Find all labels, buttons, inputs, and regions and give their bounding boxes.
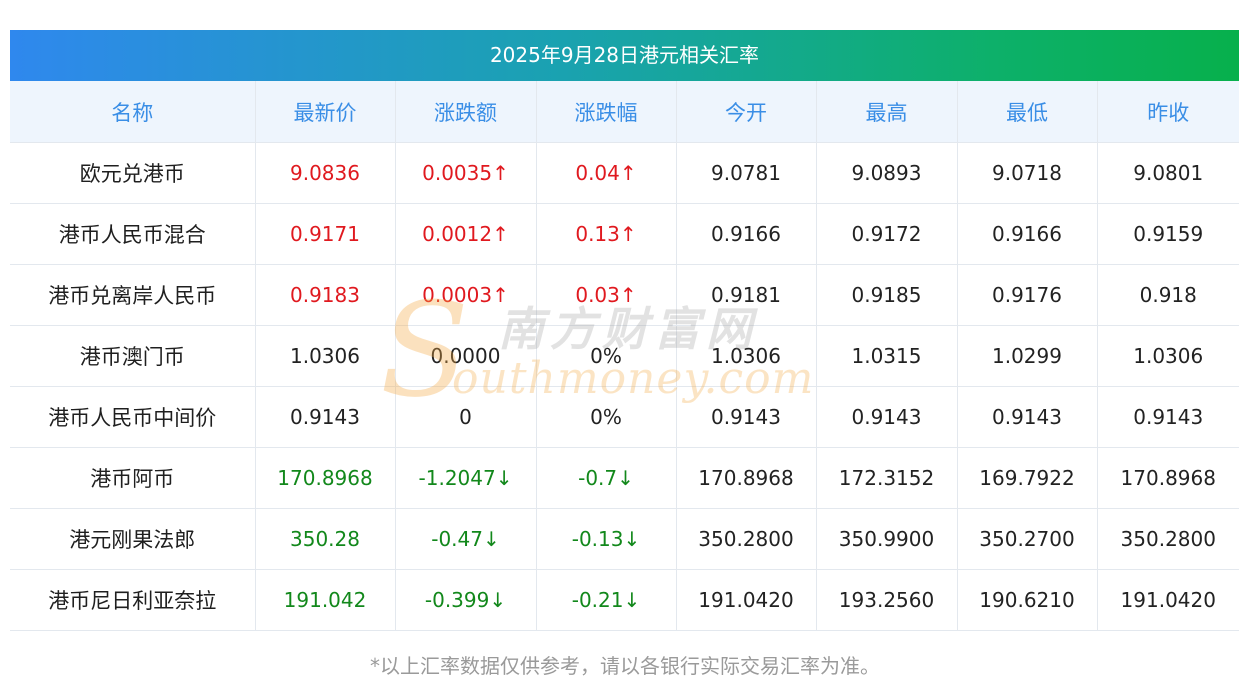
cell-low: 0.9166 <box>957 203 1098 265</box>
cell-name: 港币兑离岸人民币 <box>10 264 256 326</box>
cell-open: 0.9181 <box>676 264 817 326</box>
cell-change-pct: 0.13↑ <box>536 203 677 265</box>
cell-change-pct: -0.7↓ <box>536 447 677 509</box>
table-row: 欧元兑港币 9.0836 0.0035↑ 0.04↑ 9.0781 9.0893… <box>10 142 1239 204</box>
cell-latest: 350.28 <box>255 508 396 570</box>
cell-high: 350.9900 <box>816 508 958 570</box>
cell-change: 0.0035↑ <box>395 142 537 204</box>
cell-latest: 0.9143 <box>255 386 396 448</box>
cell-change: 0.0000 <box>395 325 537 387</box>
cell-change-pct: 0.04↑ <box>536 142 677 204</box>
col-header-change: 涨跌额 <box>395 81 537 143</box>
cell-high: 0.9185 <box>816 264 958 326</box>
table-title: 2025年9月28日港元相关汇率 <box>10 30 1239 81</box>
cell-change: 0.0003↑ <box>395 264 537 326</box>
cell-latest: 1.0306 <box>255 325 396 387</box>
cell-change: 0.0012↑ <box>395 203 537 265</box>
table-row: 港币尼日利亚奈拉 191.042 -0.399↓ -0.21↓ 191.0420… <box>10 569 1239 631</box>
cell-open: 0.9166 <box>676 203 817 265</box>
cell-latest: 191.042 <box>255 569 396 631</box>
table-row: 港币人民币中间价 0.9143 0 0% 0.9143 0.9143 0.914… <box>10 386 1239 448</box>
cell-low: 1.0299 <box>957 325 1098 387</box>
cell-open: 0.9143 <box>676 386 817 448</box>
table-row: 港币阿币 170.8968 -1.2047↓ -0.7↓ 170.8968 17… <box>10 447 1239 509</box>
cell-change: 0 <box>395 386 537 448</box>
cell-high: 172.3152 <box>816 447 958 509</box>
rates-panel: 2025年9月28日港元相关汇率 名称 最新价 涨跌额 涨跌幅 今开 最高 最低… <box>10 30 1239 631</box>
cell-latest: 0.9171 <box>255 203 396 265</box>
cell-low: 0.9143 <box>957 386 1098 448</box>
col-header-low: 最低 <box>957 81 1098 143</box>
cell-high: 9.0893 <box>816 142 958 204</box>
cell-name: 欧元兑港币 <box>10 142 256 204</box>
cell-change: -0.47↓ <box>395 508 537 570</box>
cell-open: 191.0420 <box>676 569 817 631</box>
cell-low: 9.0718 <box>957 142 1098 204</box>
cell-high: 193.2560 <box>816 569 958 631</box>
col-header-name: 名称 <box>10 81 256 143</box>
cell-low: 169.7922 <box>957 447 1098 509</box>
table-row: 港币澳门币 1.0306 0.0000 0% 1.0306 1.0315 1.0… <box>10 325 1239 387</box>
disclaimer-footnote: *以上汇率数据仅供参考，请以各银行实际交易汇率为准。 <box>370 654 880 678</box>
cell-name: 港币人民币混合 <box>10 203 256 265</box>
cell-change-pct: -0.13↓ <box>536 508 677 570</box>
cell-high: 1.0315 <box>816 325 958 387</box>
rates-table: 名称 最新价 涨跌额 涨跌幅 今开 最高 最低 昨收 欧元兑港币 9.0836 … <box>10 81 1239 631</box>
cell-prev-close: 0.9159 <box>1097 203 1239 265</box>
cell-latest: 0.9183 <box>255 264 396 326</box>
cell-prev-close: 1.0306 <box>1097 325 1239 387</box>
cell-name: 港元刚果法郎 <box>10 508 256 570</box>
cell-low: 350.2700 <box>957 508 1098 570</box>
col-header-latest: 最新价 <box>255 81 396 143</box>
cell-open: 9.0781 <box>676 142 817 204</box>
cell-name: 港币澳门币 <box>10 325 256 387</box>
cell-low: 190.6210 <box>957 569 1098 631</box>
cell-change-pct: 0% <box>536 325 677 387</box>
cell-name: 港币人民币中间价 <box>10 386 256 448</box>
table-row: 港币人民币混合 0.9171 0.0012↑ 0.13↑ 0.9166 0.91… <box>10 203 1239 265</box>
cell-name: 港币尼日利亚奈拉 <box>10 569 256 631</box>
cell-change-pct: -0.21↓ <box>536 569 677 631</box>
cell-prev-close: 170.8968 <box>1097 447 1239 509</box>
cell-prev-close: 350.2800 <box>1097 508 1239 570</box>
cell-open: 170.8968 <box>676 447 817 509</box>
cell-name: 港币阿币 <box>10 447 256 509</box>
col-header-high: 最高 <box>816 81 958 143</box>
cell-prev-close: 0.9143 <box>1097 386 1239 448</box>
cell-change: -0.399↓ <box>395 569 537 631</box>
cell-change: -1.2047↓ <box>395 447 537 509</box>
table-row: 港币兑离岸人民币 0.9183 0.0003↑ 0.03↑ 0.9181 0.9… <box>10 264 1239 326</box>
cell-latest: 170.8968 <box>255 447 396 509</box>
col-header-open: 今开 <box>676 81 817 143</box>
col-header-prev-close: 昨收 <box>1097 81 1239 143</box>
col-header-change-pct: 涨跌幅 <box>536 81 677 143</box>
cell-latest: 9.0836 <box>255 142 396 204</box>
cell-prev-close: 9.0801 <box>1097 142 1239 204</box>
cell-open: 350.2800 <box>676 508 817 570</box>
cell-high: 0.9143 <box>816 386 958 448</box>
cell-open: 1.0306 <box>676 325 817 387</box>
cell-prev-close: 191.0420 <box>1097 569 1239 631</box>
table-row: 港元刚果法郎 350.28 -0.47↓ -0.13↓ 350.2800 350… <box>10 508 1239 570</box>
cell-high: 0.9172 <box>816 203 958 265</box>
cell-change-pct: 0.03↑ <box>536 264 677 326</box>
cell-change-pct: 0% <box>536 386 677 448</box>
cell-prev-close: 0.918 <box>1097 264 1239 326</box>
header-row: 名称 最新价 涨跌额 涨跌幅 今开 最高 最低 昨收 <box>10 81 1239 143</box>
cell-low: 0.9176 <box>957 264 1098 326</box>
